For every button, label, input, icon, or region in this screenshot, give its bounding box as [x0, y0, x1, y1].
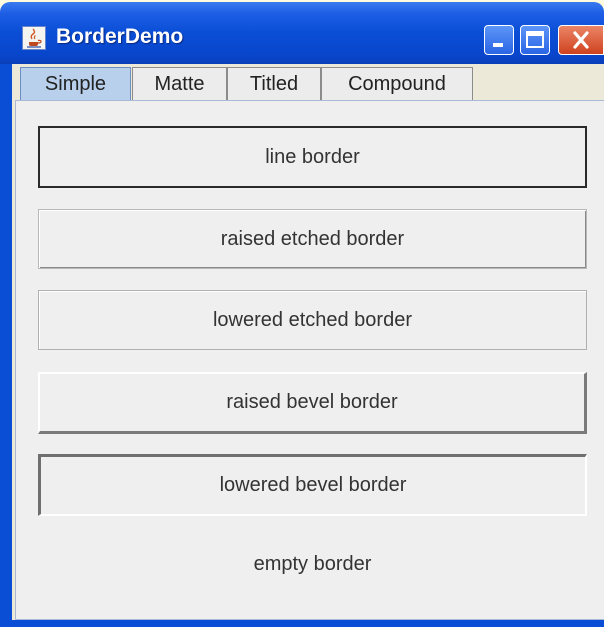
- minimize-icon: [493, 43, 503, 47]
- window-title: BorderDemo: [56, 25, 184, 48]
- empty-border-label: empty border: [253, 552, 372, 575]
- java-cup-icon[interactable]: [22, 26, 46, 50]
- empty-border-panel: empty border: [38, 534, 587, 594]
- line-border-panel: line border: [38, 126, 587, 188]
- minimize-button[interactable]: [484, 25, 514, 55]
- raised-bevel-border-label: raised bevel border: [226, 391, 398, 413]
- tab-matte[interactable]: Matte: [132, 67, 227, 101]
- raised-bevel-border-panel: raised bevel border: [38, 372, 587, 434]
- application-window: BorderDemo Simple Matte Titled Compound …: [0, 0, 604, 627]
- tab-compound[interactable]: Compound: [321, 67, 473, 101]
- raised-etched-border-label: raised etched border: [220, 227, 405, 250]
- lowered-bevel-border-panel: lowered bevel border: [38, 454, 587, 516]
- raised-etched-border-panel: raised etched border: [38, 209, 587, 269]
- tab-simple[interactable]: Simple: [20, 67, 131, 101]
- lowered-etched-border-panel: lowered etched border: [38, 290, 587, 350]
- close-icon: [573, 31, 589, 49]
- tab-titled[interactable]: Titled: [227, 67, 321, 101]
- line-border-label: line border: [265, 145, 360, 168]
- maximize-button[interactable]: [520, 25, 550, 55]
- close-button[interactable]: [558, 25, 604, 55]
- maximize-icon: [526, 31, 544, 48]
- lowered-bevel-border-label: lowered bevel border: [219, 474, 407, 496]
- lowered-etched-border-label: lowered etched border: [212, 308, 412, 331]
- title-bar[interactable]: BorderDemo: [0, 2, 604, 64]
